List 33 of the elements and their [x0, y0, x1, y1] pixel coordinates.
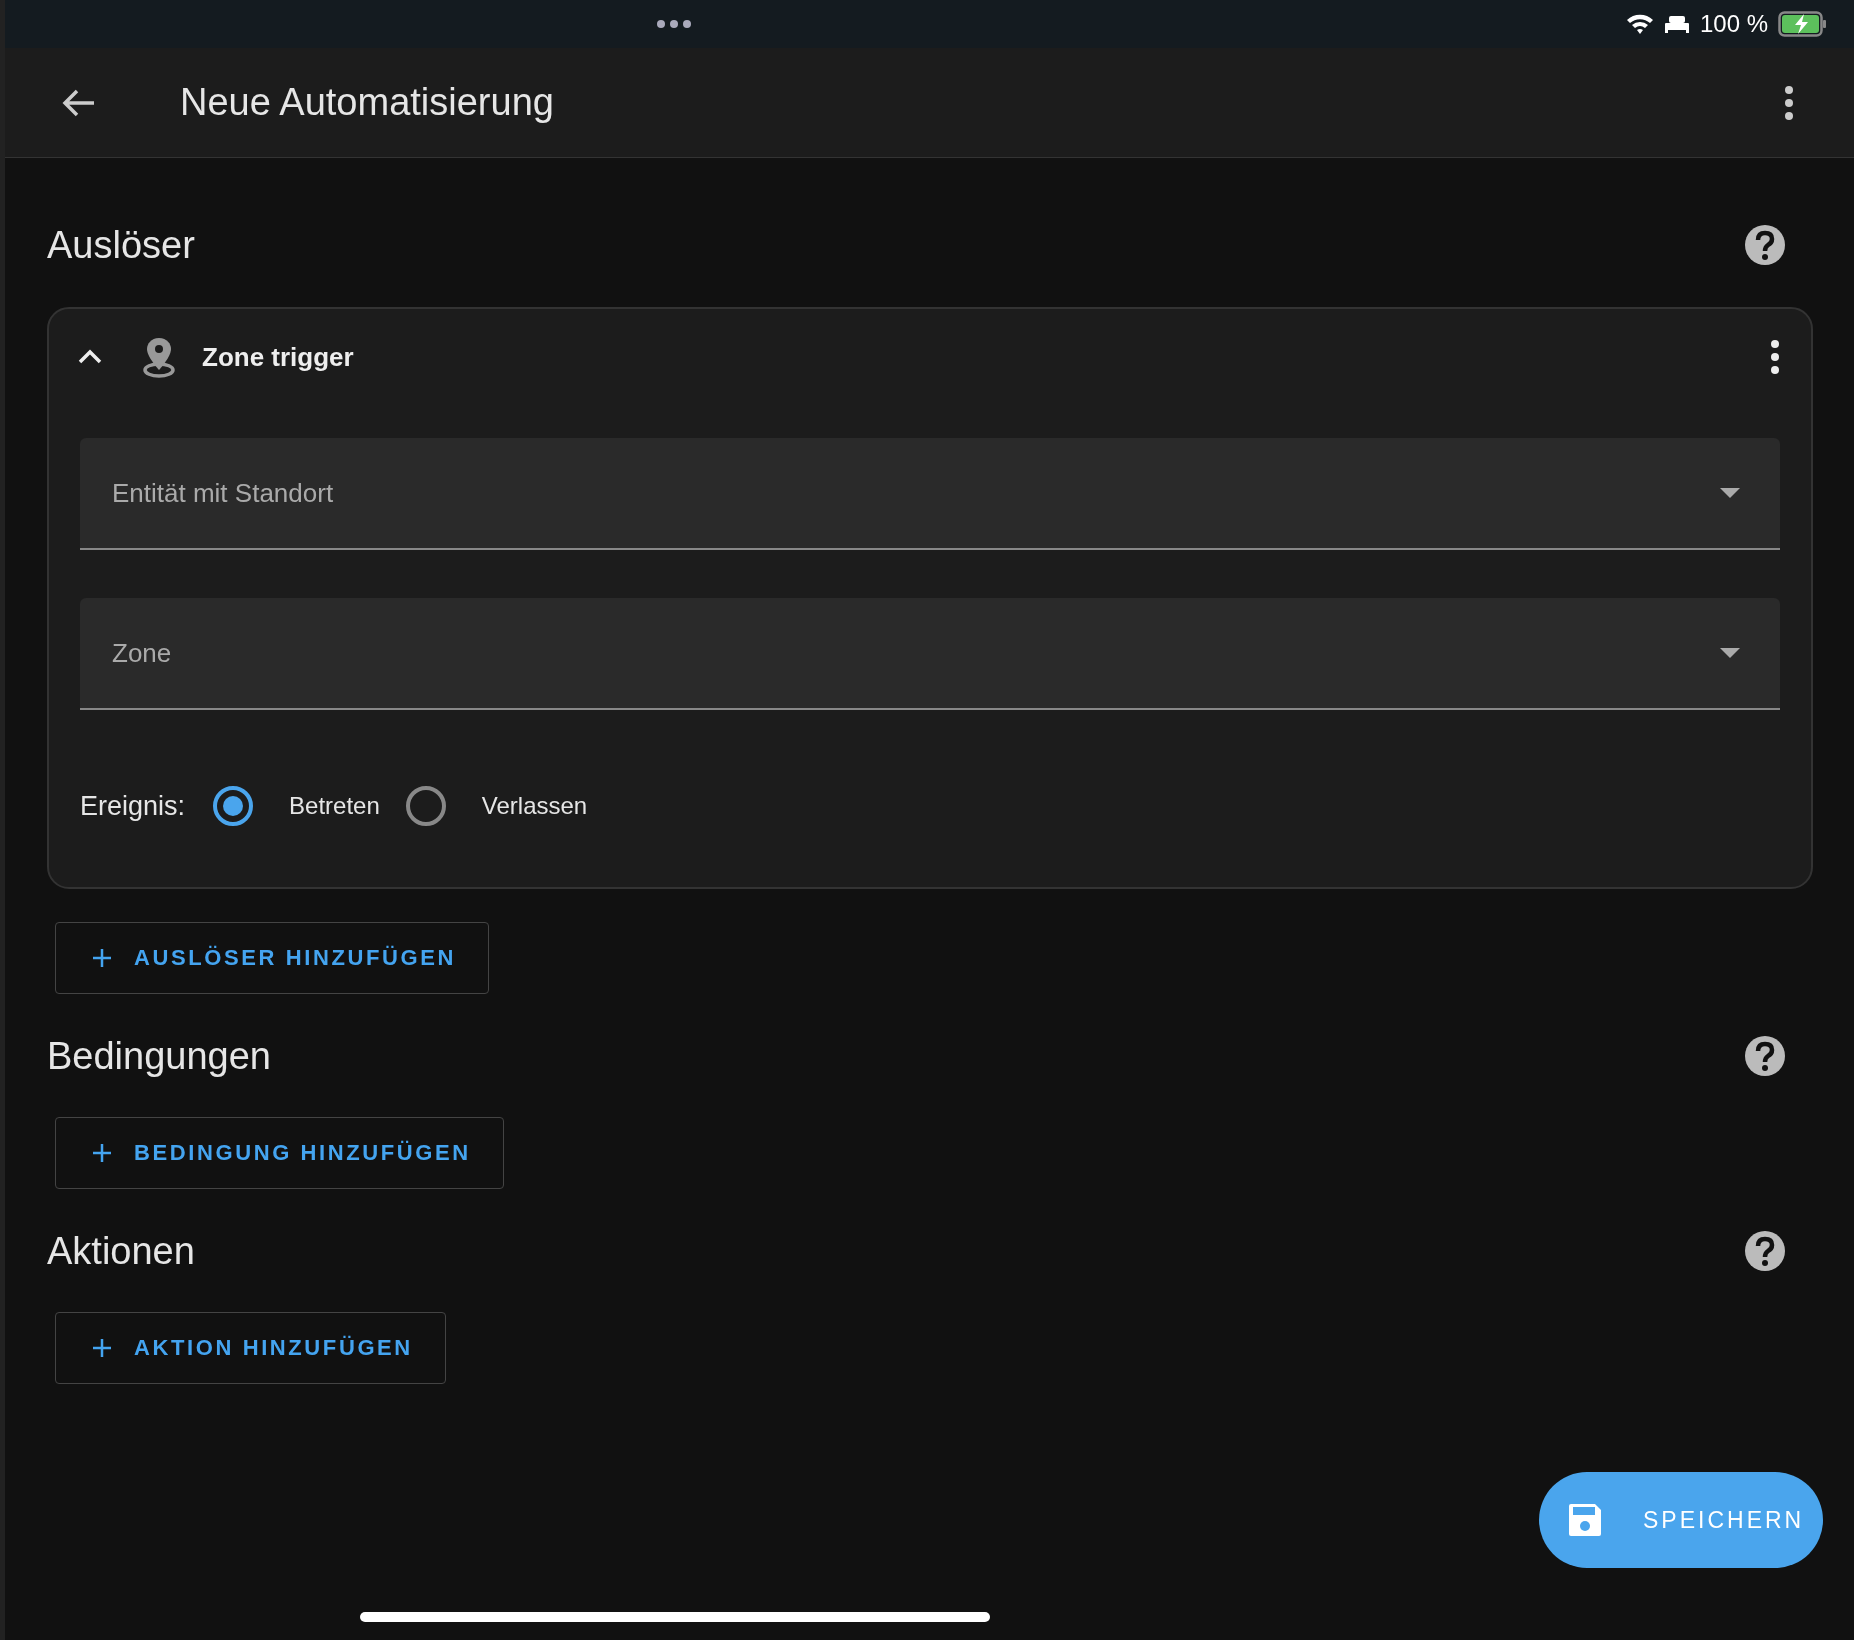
- add-button[interactable]: AUSLÖSER HINZUFÜGEN: [55, 922, 489, 994]
- add-button[interactable]: AKTION HINZUFÜGEN: [55, 1312, 446, 1384]
- plus-icon[interactable]: [92, 1143, 112, 1163]
- help-icon[interactable]: [1744, 1230, 1786, 1272]
- plus-icon[interactable]: [92, 948, 112, 968]
- dropdown-field[interactable]: Entität mit Standort: [80, 438, 1780, 550]
- radio-button[interactable]: [213, 786, 254, 826]
- more-vertical-icon[interactable]: [1784, 85, 1794, 120]
- back-arrow-icon[interactable]: [62, 87, 96, 118]
- radio-button[interactable]: [405, 786, 446, 826]
- dropdown-caret-icon[interactable]: [1720, 648, 1740, 658]
- section-heading: Auslöser: [47, 223, 195, 267]
- bed-icon: [1663, 14, 1690, 34]
- battery-charging-icon: [1778, 11, 1828, 37]
- plus-icon[interactable]: [92, 1338, 112, 1358]
- map-marker-icon: [143, 336, 175, 378]
- more-dots-icon: [656, 19, 692, 29]
- help-icon[interactable]: [1744, 1035, 1786, 1077]
- more-vertical-icon[interactable]: [1770, 340, 1780, 374]
- radio-label[interactable]: Betreten: [289, 792, 380, 820]
- dropdown-field[interactable]: Zone: [80, 598, 1780, 710]
- section-heading: Aktionen: [47, 1229, 195, 1273]
- event-label: Ereignis:: [80, 790, 186, 822]
- dropdown-caret-icon[interactable]: [1720, 488, 1740, 498]
- add-button[interactable]: BEDINGUNG HINZUFÜGEN: [55, 1117, 504, 1189]
- battery-percentage: 100 %: [1699, 10, 1768, 38]
- chevron-icon[interactable]: [78, 349, 102, 365]
- radio-label[interactable]: Verlassen: [481, 792, 588, 820]
- page-title: Neue Automatisierung: [180, 81, 554, 124]
- section-heading: Bedingungen: [47, 1034, 271, 1078]
- help-icon[interactable]: [1744, 224, 1786, 266]
- trigger-title: Zone trigger: [202, 341, 354, 373]
- wifi-icon: [1625, 13, 1654, 35]
